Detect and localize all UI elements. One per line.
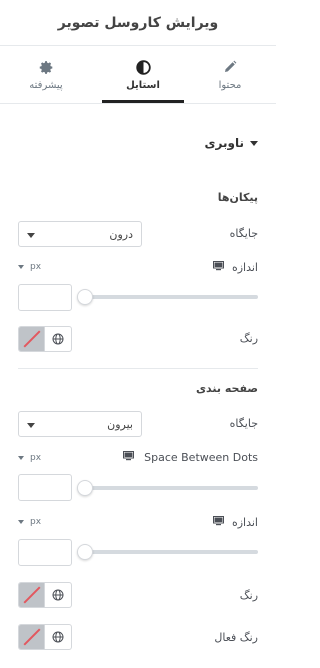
arrows-size-input[interactable] (18, 284, 72, 311)
half-circle-contrast-icon (135, 58, 151, 76)
globe-icon[interactable] (45, 327, 71, 351)
tab-content[interactable]: محتوا (184, 46, 276, 103)
dots-spacing-label-row: Space Between Dots (123, 451, 258, 464)
arrows-color-label: رنگ (239, 332, 258, 345)
dots-spacing-slider-track[interactable] (84, 486, 258, 490)
chevron-down-icon (27, 418, 35, 431)
tab-content-label: محتوا (218, 80, 242, 91)
desktop-monitor-icon[interactable] (212, 516, 224, 529)
arrows-position-select[interactable]: درون (18, 221, 142, 247)
dots-spacing-unit-select[interactable]: px (18, 453, 41, 463)
desktop-monitor-icon[interactable] (212, 261, 224, 274)
pagination-size-unit: px (30, 517, 42, 527)
arrows-size-unit: px (30, 262, 42, 272)
pagination-size-slider-handle[interactable] (77, 544, 93, 560)
unit-caret-icon (18, 453, 24, 463)
dots-spacing-slider-handle[interactable] (77, 480, 93, 496)
arrows-size-slider-handle[interactable] (77, 289, 93, 305)
pagination-active-color-label: رنگ فعال (214, 631, 258, 644)
tab-style-label: استایل (126, 80, 160, 91)
globe-icon[interactable] (45, 583, 71, 607)
pagination-color-control[interactable] (18, 582, 72, 608)
pagination-position-select[interactable]: بیرون (18, 411, 142, 437)
chevron-down-icon (27, 228, 35, 241)
arrows-size-slider-track[interactable] (84, 295, 258, 299)
arrows-size-label-row: اندازه (212, 261, 258, 274)
pagination-size-input[interactable] (18, 539, 72, 566)
arrows-heading: پیکان‌ها (217, 191, 258, 204)
gear-icon (39, 58, 54, 76)
tab-bar: محتوا استایل پیشرفته (0, 46, 276, 104)
arrows-position-label: جایگاه (229, 227, 258, 240)
tab-style[interactable]: استایل (97, 46, 189, 103)
pagination-position-label: جایگاه (229, 417, 258, 430)
pagination-color-swatch[interactable] (19, 583, 46, 607)
arrows-color-control[interactable] (18, 326, 72, 352)
dots-spacing-input[interactable] (18, 474, 72, 501)
pagination-active-color-control[interactable] (18, 624, 72, 650)
pencil-icon (223, 58, 237, 76)
pagination-position-value: بیرون (107, 417, 133, 431)
section-title: ناوبری (204, 136, 244, 150)
panel-title: ویرایش کاروسل تصویر (57, 14, 219, 31)
pagination-heading: صفحه بندی (195, 382, 258, 395)
pagination-active-color-swatch[interactable] (19, 625, 46, 649)
section-navigation-toggle[interactable]: ناوبری (205, 136, 258, 150)
pagination-size-unit-select[interactable]: px (18, 517, 41, 527)
unit-caret-icon (18, 262, 24, 272)
caret-down-icon (250, 137, 258, 150)
pagination-size-slider-track[interactable] (84, 550, 258, 554)
tab-advanced[interactable]: پیشرفته (0, 46, 92, 103)
panel-header: ویرایش کاروسل تصویر (0, 0, 276, 46)
group-divider (18, 368, 258, 369)
arrows-color-swatch[interactable] (19, 327, 46, 351)
globe-icon[interactable] (45, 625, 71, 649)
pagination-color-label: رنگ (239, 589, 258, 602)
dots-spacing-unit: px (30, 453, 42, 463)
desktop-monitor-icon[interactable] (123, 451, 135, 464)
unit-caret-icon (18, 517, 24, 527)
tab-advanced-label: پیشرفته (29, 80, 63, 91)
arrows-size-unit-select[interactable]: px (18, 262, 41, 272)
arrows-position-value: درون (109, 227, 133, 241)
dots-spacing-label: Space Between Dots (144, 451, 258, 464)
pagination-size-label-row: اندازه (212, 516, 258, 529)
pagination-size-label: اندازه (231, 516, 258, 529)
arrows-size-label: اندازه (231, 261, 258, 274)
